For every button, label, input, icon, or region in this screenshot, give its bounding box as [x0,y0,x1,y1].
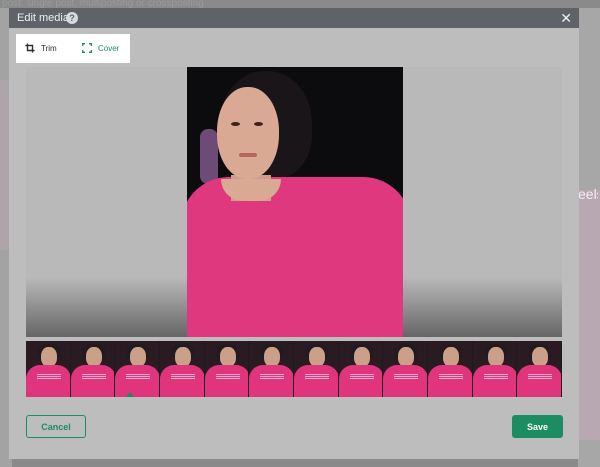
filmstrip[interactable] [26,341,562,397]
filmstrip-frame [26,341,70,397]
frame-shirt [70,365,115,397]
frame-caption [81,374,106,380]
frame-shirt [160,365,204,397]
background-top-text: post: single post, multiposting or cross… [2,0,204,8]
frame-face [532,347,549,367]
modal-header: Edit media ? ✕ [9,8,579,28]
frame-shirt [249,365,293,397]
frame-caption [394,374,419,380]
frame-caption [305,374,329,380]
expand-icon [82,40,92,58]
video-subject-shirt [187,177,403,337]
frame-caption [528,374,553,380]
video-subject-hair-highlight [200,129,218,184]
frame-caption [260,374,285,380]
video-frame[interactable] [187,67,403,337]
modal-title: Edit media [17,12,69,24]
frame-face [175,347,191,367]
frame-face [353,347,370,367]
video-subject-face [217,87,279,179]
crop-icon [25,40,35,58]
video-subject-eye [231,122,240,126]
frame-shirt [472,365,517,397]
tab-cover[interactable]: Cover [82,34,119,63]
filmstrip-frame [338,341,383,397]
frame-shirt [204,365,249,397]
frame-face [309,347,325,367]
help-icon[interactable]: ? [66,12,78,24]
frame-caption [126,374,151,380]
frame-caption [171,374,195,380]
video-subject-mouth [239,153,257,157]
frame-shirt [338,365,383,397]
frame-shirt [26,365,70,397]
tab-cover-label: Cover [98,43,120,53]
filmstrip-frame [70,341,115,397]
background-right-text: eels [578,186,598,202]
tab-trim-label: Trim [41,43,57,53]
frame-shirt [428,365,472,397]
frame-caption [37,374,61,380]
cancel-button[interactable]: Cancel [26,415,86,438]
frame-caption [215,374,240,380]
frame-shirt [383,365,427,397]
video-subject-eye [254,122,263,126]
filmstrip-frame [160,341,204,397]
frame-face [443,347,459,367]
frame-shirt [517,365,561,397]
background-right-card [578,190,600,440]
filmstrip-frame [428,341,472,397]
frame-caption [439,374,463,380]
frame-caption [349,374,374,380]
frame-face [398,347,415,367]
frame-face [41,347,57,367]
frame-face [85,347,102,367]
frame-face [219,347,236,367]
filmstrip-frame [204,341,249,397]
playhead-marker[interactable] [126,392,134,397]
frame-shirt [294,365,338,397]
tab-trim[interactable]: Trim [25,34,57,63]
filmstrip-frame [115,341,159,397]
edit-media-modal: Edit media ? ✕ Trim Cover Cancel Save [9,8,579,459]
frame-face [264,347,281,367]
filmstrip-frame [294,341,338,397]
filmstrip-frame [472,341,517,397]
frame-face [487,347,504,367]
filmstrip-frame [383,341,427,397]
save-button[interactable]: Save [512,415,563,438]
frame-shirt [115,365,159,397]
frame-face [130,347,147,367]
frame-caption [483,374,508,380]
media-edit-tabs: Trim Cover [16,34,130,63]
close-icon[interactable]: ✕ [560,10,572,26]
filmstrip-frame [249,341,293,397]
filmstrip-frame [517,341,561,397]
video-preview [26,67,562,337]
